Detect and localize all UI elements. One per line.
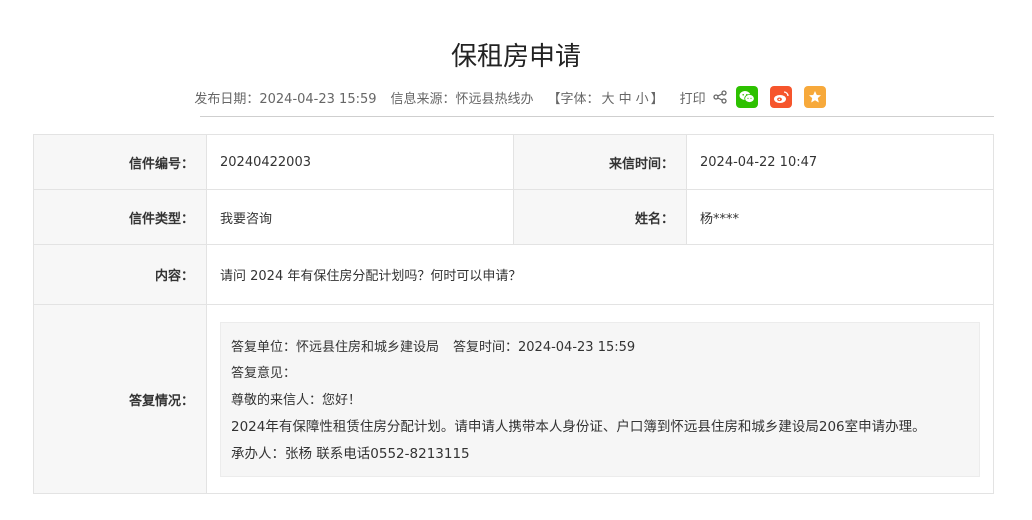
reply-label: 答复情况： — [33, 304, 207, 494]
font-size-control: 【字体：大中小】 — [548, 88, 664, 107]
publish-date: 发布日期：2024-04-23 15:59 — [194, 91, 377, 107]
reply-handler: 承办人：张杨 联系电话0552-8213115 — [231, 445, 470, 462]
letter-type-label: 信件类型： — [33, 189, 207, 245]
reply-cell: 答复单位：怀远县住房和城乡建设局 答复时间：2024-04-23 15:59 答复… — [206, 304, 994, 494]
sender-name-value: 杨**** — [686, 189, 994, 245]
reply-box: 答复单位：怀远县住房和城乡建设局 答复时间：2024-04-23 15:59 答复… — [220, 321, 980, 477]
letter-time-value: 2024-04-22 10:47 — [686, 134, 994, 190]
reply-unit: 答复单位：怀远县住房和城乡建设局 — [231, 339, 440, 355]
reply-header-line: 答复单位：怀远县住房和城乡建设局 答复时间：2024-04-23 15:59 — [231, 335, 969, 362]
reply-greeting: 尊敬的来信人：您好！ — [231, 392, 362, 408]
weibo-icon[interactable] — [769, 86, 792, 108]
letter-number-value: 20240422003 — [206, 134, 514, 190]
info-source: 信息来源：怀远县热线办 — [390, 91, 534, 107]
reply-time: 答复时间：2024-04-23 15:59 — [453, 339, 636, 355]
wechat-icon[interactable] — [735, 86, 758, 108]
letter-detail-table: 信件编号： 20240422003 来信时间： 2024-04-22 10:47… — [33, 134, 994, 494]
share-icon[interactable] — [712, 89, 728, 105]
page-title: 保租房申请 — [450, 42, 581, 72]
table-row: 信件编号： 20240422003 来信时间： 2024-04-22 10:47 — [33, 134, 994, 190]
star-icon[interactable] — [803, 86, 826, 108]
article-meta: 发布日期：2024-04-23 15:59 信息来源：怀远县热线办 【字体：大中… — [0, 86, 1032, 108]
content-value: 请问 2024 年有保住房分配计划吗？何时可以申请？ — [206, 244, 994, 305]
table-row: 答复情况： 答复单位：怀远县住房和城乡建设局 答复时间：2024-04-23 15… — [33, 304, 994, 494]
table-row: 内容： 请问 2024 年有保住房分配计划吗？何时可以申请？ — [33, 244, 994, 305]
print-button[interactable]: 打印 — [680, 88, 706, 107]
font-medium-button[interactable]: 中 — [619, 92, 632, 107]
content-label: 内容： — [33, 244, 207, 305]
font-control-suffix: 】 — [650, 91, 664, 107]
reply-body: 2024年有保障性租赁住房分配计划。请申请人携带本人身份证、户口簿到怀远县住房和… — [231, 419, 926, 435]
letter-time-label: 来信时间： — [513, 134, 687, 190]
letter-type-value: 我要咨询 — [206, 189, 514, 245]
font-small-button[interactable]: 小 — [636, 92, 649, 107]
table-row: 信件类型： 我要咨询 姓名： 杨**** — [33, 189, 994, 245]
letter-number-label: 信件编号： — [33, 134, 207, 190]
reply-opinion-label: 答复意见： — [231, 366, 297, 381]
font-large-button[interactable]: 大 — [602, 92, 615, 107]
header-divider — [200, 116, 994, 117]
sender-name-label: 姓名： — [513, 189, 687, 245]
font-control-prefix: 【字体： — [547, 91, 600, 107]
